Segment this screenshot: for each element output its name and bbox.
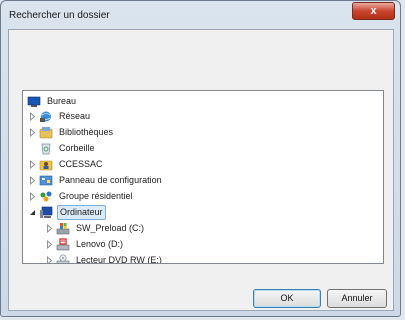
tree-item-label: Réseau [59,110,91,121]
tree-item-label: Groupe résidentiel [59,190,133,201]
tree-item-label: Ordinateur [57,204,106,220]
tree-item-bureau[interactable]: Bureau [27,94,78,108]
homegroup-icon [39,190,53,203]
tree-item-label: Panneau de configuration [59,174,162,185]
dialog-window: Rechercher un dossier x Bureau Réseau Bi… [0,0,401,317]
collapse-arrow-icon[interactable] [29,208,36,217]
tree-item-groupe-residentiel[interactable]: Groupe résidentiel [29,189,135,203]
expand-arrow-icon[interactable] [29,111,36,121]
tree-item-bibliotheques[interactable]: Bibliothèques [29,125,115,139]
tree-item-label: Bibliothèques [59,126,114,137]
title-bar[interactable]: Rechercher un dossier x [1,1,400,31]
lenovo-drive-icon [56,237,70,251]
expand-arrow-icon[interactable] [46,223,53,233]
tree-item-label: Bureau [47,95,77,106]
tree-item-ccessac[interactable]: CCESSAC [29,157,105,171]
tree-item-ordinateur[interactable]: Ordinateur [29,204,106,220]
expand-arrow-icon[interactable] [29,191,36,201]
expand-arrow-icon[interactable] [29,159,36,169]
tree-item-corbeille[interactable]: Corbeille [39,141,97,155]
tree-item-panneau-de-configuration[interactable]: Panneau de configuration [29,173,164,187]
close-button[interactable]: x [352,2,395,20]
tree-item-lecteur-dvd[interactable]: Lecteur DVD RW (E:) [46,253,164,264]
network-icon [39,110,53,123]
desktop-icon [27,95,41,108]
control-panel-icon [39,174,53,187]
tree-item-label: Lecteur DVD RW (E:) [76,254,162,264]
tree-item-label: Corbeille [59,142,95,153]
recycle-bin-icon [39,142,53,155]
close-icon: x [370,5,377,17]
tree-item-label: Lenovo (D:) [76,238,124,249]
tree-item-label: CCESSAC [59,158,103,169]
tree-item-sw-preload[interactable]: SW_Preload (C:) [46,221,146,235]
user-folder-icon [39,158,53,171]
folder-tree[interactable]: Bureau Réseau Bibliothèques Corbeille CC… [22,90,384,264]
expand-arrow-icon[interactable] [29,175,36,185]
system-drive-icon [56,222,70,235]
ok-button[interactable]: OK [253,289,321,308]
tree-item-lenovo[interactable]: Lenovo (D:) [46,237,125,251]
computer-icon [39,206,53,219]
libraries-icon [39,126,53,139]
window-title: Rechercher un dossier [9,10,110,21]
tree-item-label: SW_Preload (C:) [76,222,145,233]
dvd-drive-icon [56,253,70,263]
expand-arrow-icon[interactable] [46,255,53,263]
cancel-button[interactable]: Annuler [327,289,387,308]
description-area [9,30,393,78]
tree-item-reseau[interactable]: Réseau [29,109,92,123]
expand-arrow-icon[interactable] [46,239,53,249]
expand-arrow-icon[interactable] [29,127,36,137]
dialog-body: Bureau Réseau Bibliothèques Corbeille CC… [8,29,394,311]
